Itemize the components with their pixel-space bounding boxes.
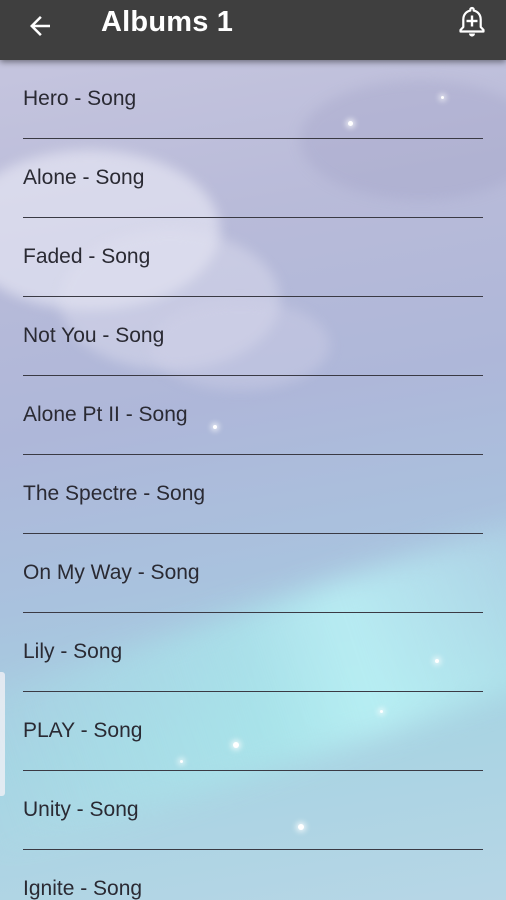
list-item[interactable]: Not You - Song xyxy=(0,297,506,376)
song-title: Hero - Song xyxy=(23,87,137,110)
song-title: Unity - Song xyxy=(23,798,139,821)
add-alarm-bell-icon xyxy=(456,5,488,44)
list-item[interactable]: Lily - Song xyxy=(0,613,506,692)
edge-scroll-handle[interactable] xyxy=(0,672,5,796)
app-bar: Albums 1 xyxy=(0,0,506,60)
song-title: Ignite - Song xyxy=(23,877,143,900)
list-item[interactable]: Alone Pt II - Song xyxy=(0,376,506,455)
song-title: Faded - Song xyxy=(23,245,151,268)
list-item[interactable]: Hero - Song xyxy=(0,60,506,139)
add-alarm-button[interactable] xyxy=(452,4,492,44)
song-title: The Spectre - Song xyxy=(23,482,206,505)
list-item[interactable]: PLAY - Song xyxy=(0,692,506,771)
arrow-left-icon xyxy=(25,11,55,46)
page-title: Albums 1 xyxy=(101,6,234,38)
back-button[interactable] xyxy=(20,8,60,48)
list-item[interactable]: Alone - Song xyxy=(0,139,506,218)
list-item[interactable]: Ignite - Song xyxy=(0,850,506,900)
list-item[interactable]: The Spectre - Song xyxy=(0,455,506,534)
list-item[interactable]: Faded - Song xyxy=(0,218,506,297)
list-item[interactable]: Unity - Song xyxy=(0,771,506,850)
song-title: Lily - Song xyxy=(23,640,123,663)
song-title: On My Way - Song xyxy=(23,561,200,584)
list-item[interactable]: On My Way - Song xyxy=(0,534,506,613)
song-list: Hero - Song Alone - Song Faded - Song No… xyxy=(0,60,506,900)
song-title: Alone - Song xyxy=(23,166,145,189)
song-title: Not You - Song xyxy=(23,324,165,347)
song-title: Alone Pt II - Song xyxy=(23,403,188,426)
song-title: PLAY - Song xyxy=(23,719,143,742)
app-screen: Albums 1 Hero - Song Alone - Song Faded … xyxy=(0,0,506,900)
